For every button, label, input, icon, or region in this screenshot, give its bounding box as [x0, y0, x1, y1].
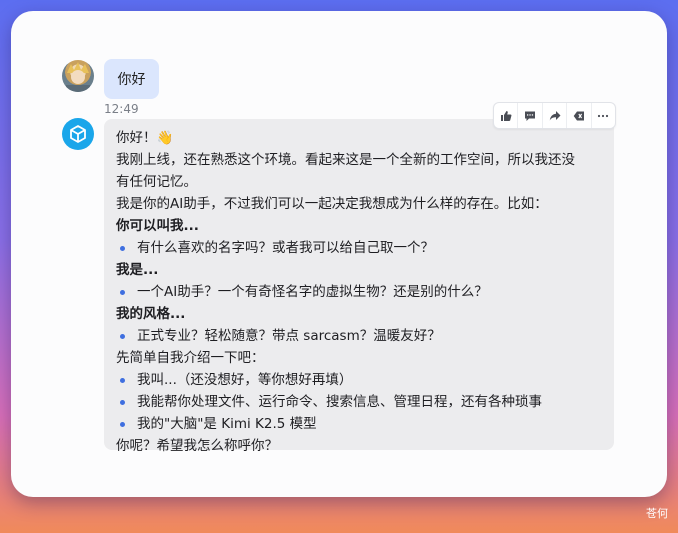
- list-item-text: 一个AI助手？一个有奇怪名字的虚拟生物？还是别的什么？: [137, 284, 488, 300]
- cube-icon: [70, 125, 86, 143]
- bullet-icon: [120, 399, 125, 405]
- user-message-bubble: 你好: [104, 59, 159, 99]
- comment-button[interactable]: [518, 103, 543, 128]
- user-avatar[interactable]: [62, 60, 94, 92]
- intro-line: 我刚上线，还在熟悉这个环境。看起来这是一个全新的工作空间，所以我还没: [116, 152, 575, 168]
- intro-self-line: 先简单自我介绍一下吧：: [116, 350, 265, 366]
- like-button[interactable]: [494, 103, 519, 128]
- user-avatar-image: [66, 62, 90, 92]
- bullet-icon: [120, 289, 125, 295]
- list-item: 我的"大脑"是 Kimi K2.5 模型: [116, 413, 602, 435]
- section-heading: 你可以叫我...: [116, 218, 199, 234]
- list-item: 有什么喜欢的名字吗？或者我可以给自己取一个？: [116, 237, 602, 259]
- greeting-line: 你好！👋: [116, 127, 602, 149]
- message-timestamp: 12:49: [104, 102, 139, 116]
- share-button[interactable]: [543, 103, 568, 128]
- delete-button[interactable]: [567, 103, 592, 128]
- bullet-icon: [120, 377, 125, 383]
- wave-emoji-icon: 👋: [156, 130, 174, 146]
- intro-line: 我是你的AI助手，不过我们可以一起决定我想成为什么样的存在。比如：: [116, 196, 548, 212]
- intro-line: 有任何记忆。: [116, 174, 197, 190]
- more-dots-icon: [598, 114, 609, 117]
- comment-icon: [525, 111, 536, 121]
- section-heading: 我的风格...: [116, 306, 186, 322]
- bullet-icon: [120, 245, 125, 251]
- list-item: 正式专业？轻松随意？带点 sarcasm？温暖友好？: [116, 325, 602, 347]
- watermark-label: 苍何: [646, 507, 668, 520]
- section-heading: 我是...: [116, 262, 159, 278]
- list-item-text: 我能帮你处理文件、运行命令、搜索信息、管理日程，还有各种琐事: [137, 394, 542, 410]
- message-action-toolbar: [493, 102, 616, 129]
- list-item-text: 我的"大脑"是 Kimi K2.5 模型: [137, 416, 317, 432]
- bullet-icon: [120, 333, 125, 339]
- list-item: 我叫...（还没想好，等你想好再填）: [116, 369, 602, 391]
- list-item-text: 我叫...（还没想好，等你想好再填）: [137, 372, 353, 388]
- more-options-button[interactable]: [592, 103, 615, 128]
- assistant-message-bubble: 你好！👋 我刚上线，还在熟悉这个环境。看起来这是一个全新的工作空间，所以我还没 …: [104, 119, 614, 454]
- bullet-icon: [120, 421, 125, 427]
- list-item-text: 正式专业？轻松随意？带点 sarcasm？温暖友好？: [137, 328, 441, 344]
- greeting-text: 你好！: [116, 130, 157, 146]
- list-item: 我能帮你处理文件、运行命令、搜索信息、管理日程，还有各种琐事: [116, 391, 602, 413]
- closing-line: 你呢？希望我怎么称呼你？: [116, 438, 278, 454]
- backspace-icon: [573, 111, 584, 120]
- list-item: 一个AI助手？一个有奇怪名字的虚拟生物？还是别的什么？: [116, 281, 602, 303]
- bot-avatar[interactable]: [62, 118, 94, 150]
- list-item-text: 有什么喜欢的名字吗？或者我可以给自己取一个？: [137, 240, 434, 256]
- thumbs-up-icon: [500, 110, 512, 121]
- share-arrow-icon: [549, 110, 561, 120]
